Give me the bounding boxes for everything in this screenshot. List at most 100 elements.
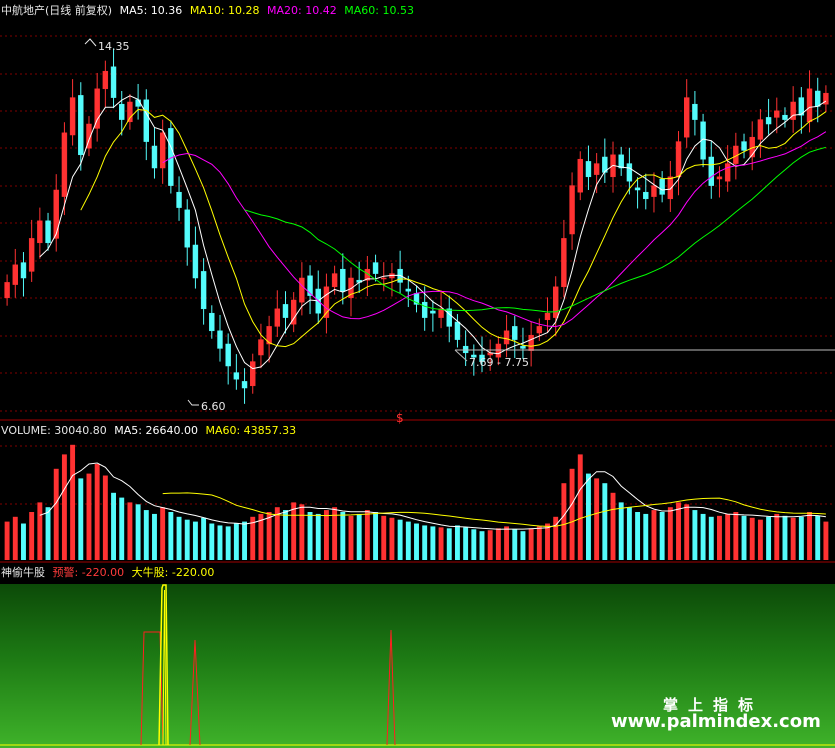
candle-body bbox=[446, 308, 452, 327]
candle-body bbox=[618, 154, 624, 169]
candle-body bbox=[381, 277, 387, 280]
volume-bar bbox=[111, 492, 116, 560]
price-header: 中航地产(日线 前复权) MA5: 10.36 MA10: 10.28 MA20… bbox=[1, 4, 418, 18]
candle-body bbox=[307, 275, 313, 296]
volume-bar bbox=[479, 531, 485, 560]
candle-body bbox=[585, 161, 592, 178]
volume-bar bbox=[676, 502, 681, 560]
volume-bar bbox=[4, 521, 10, 560]
volume-bar bbox=[29, 512, 35, 560]
volume-bar bbox=[520, 531, 526, 560]
candle-body bbox=[577, 158, 583, 193]
volume-bar bbox=[643, 513, 649, 560]
candle-body bbox=[634, 187, 641, 191]
volume-bar bbox=[291, 502, 297, 560]
candle-body bbox=[69, 97, 76, 136]
volume-bar bbox=[184, 519, 190, 560]
candle-body bbox=[20, 262, 27, 279]
volume-bar bbox=[233, 523, 239, 560]
volume-bar bbox=[315, 513, 321, 560]
volume-bar bbox=[692, 510, 698, 560]
volume-bar bbox=[217, 525, 223, 560]
volume-bar bbox=[192, 521, 198, 560]
candle-body bbox=[724, 163, 731, 182]
volume-bar bbox=[53, 468, 59, 560]
candle-body bbox=[151, 145, 158, 169]
candle-body bbox=[94, 88, 100, 129]
candle-body bbox=[159, 132, 166, 169]
indicator-header: 神偷牛股 预警: -220.00 大牛股: -220.00 bbox=[1, 566, 218, 580]
volume-bar bbox=[299, 504, 305, 560]
candle-body bbox=[4, 282, 10, 299]
volume-bar bbox=[405, 521, 411, 560]
candle-body bbox=[593, 163, 600, 175]
volume-bar bbox=[561, 483, 567, 560]
candle-body bbox=[782, 114, 788, 120]
candle-body bbox=[37, 220, 43, 244]
volume-bar bbox=[21, 523, 26, 560]
candle-body bbox=[675, 141, 682, 178]
volume-bar bbox=[495, 528, 501, 560]
chart-canvas: $ 14.35 6.60 7.69 - 7.75 bbox=[0, 0, 835, 748]
volume-bar bbox=[651, 510, 657, 560]
candle-body bbox=[192, 244, 199, 279]
volume-bar bbox=[790, 517, 796, 560]
volume-bar bbox=[307, 512, 313, 560]
ma60-label: MA60: 10.53 bbox=[344, 4, 414, 17]
volume-bar bbox=[70, 444, 76, 560]
candle-body bbox=[536, 326, 543, 334]
ma5-label: MA5: 10.36 bbox=[119, 4, 183, 17]
volume-bar bbox=[536, 526, 542, 560]
candle-body bbox=[340, 268, 346, 292]
candle-body bbox=[78, 95, 84, 156]
volume-bar bbox=[741, 515, 747, 560]
candle-body bbox=[233, 372, 240, 380]
volume-bar bbox=[823, 521, 829, 560]
volume-bar bbox=[176, 516, 182, 560]
volume-bar bbox=[86, 473, 92, 560]
volume-bar bbox=[168, 512, 174, 560]
candle-body bbox=[405, 288, 412, 292]
volume-bar bbox=[37, 502, 43, 560]
volume-bar bbox=[635, 512, 641, 560]
volume-bar bbox=[487, 530, 493, 560]
volume-bar bbox=[717, 515, 722, 560]
volume-bar bbox=[766, 516, 772, 560]
range-annotation: 7.69 - 7.75 bbox=[469, 356, 529, 369]
candle-body bbox=[561, 238, 567, 288]
candle-body bbox=[119, 103, 125, 120]
volume-bar bbox=[127, 502, 133, 560]
candle-body bbox=[176, 191, 182, 208]
volume-bar bbox=[807, 512, 812, 560]
volume-bar bbox=[209, 523, 215, 560]
volume-bar bbox=[348, 515, 354, 560]
candle-body bbox=[716, 176, 723, 180]
volume-bar bbox=[782, 515, 788, 560]
volume-bar bbox=[454, 525, 460, 560]
volume-bar bbox=[725, 513, 731, 560]
volume-header: VOLUME: 30040.80 MA5: 26640.00 MA60: 438… bbox=[1, 424, 300, 438]
ma10-label: MA10: 10.28 bbox=[189, 4, 260, 17]
volume-bar bbox=[152, 513, 157, 560]
candle-body bbox=[651, 185, 657, 197]
volume-bar bbox=[12, 516, 18, 560]
candle-body bbox=[520, 345, 526, 349]
candle-body bbox=[127, 101, 133, 123]
candle-body bbox=[454, 321, 461, 340]
volume-bar bbox=[749, 517, 755, 560]
volume-bar bbox=[373, 512, 379, 560]
candle-body bbox=[225, 343, 231, 367]
candle-body bbox=[692, 103, 698, 120]
volume-bar bbox=[463, 527, 469, 560]
candle-body bbox=[544, 312, 551, 321]
volume-bar bbox=[135, 504, 141, 560]
volume-bar bbox=[798, 516, 804, 560]
candle-body bbox=[806, 88, 813, 123]
candle-body bbox=[503, 330, 510, 345]
volume-bar bbox=[610, 492, 616, 560]
volume-bar bbox=[667, 507, 673, 560]
volume-bar bbox=[774, 513, 780, 560]
candle-body bbox=[372, 262, 379, 274]
volume-bar bbox=[545, 523, 550, 560]
candle-body bbox=[765, 117, 772, 125]
